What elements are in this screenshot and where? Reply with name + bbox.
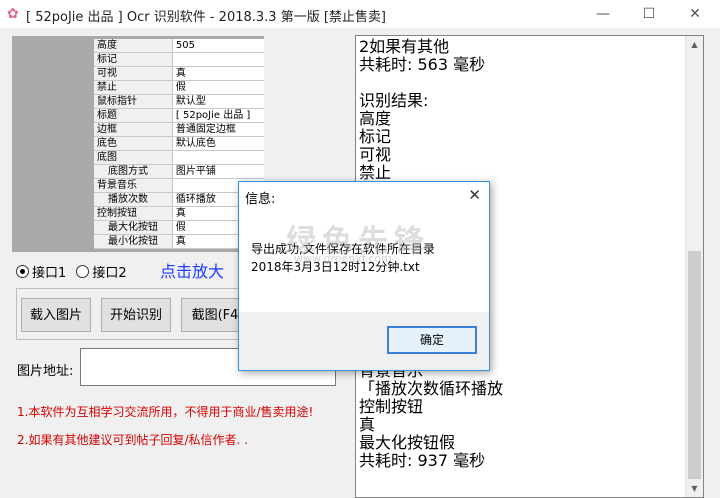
property-row[interactable]: 底图 <box>94 150 264 165</box>
output-line: 最大化按钮假 <box>359 433 456 452</box>
property-value <box>172 150 264 165</box>
property-key: 高度 <box>94 39 173 53</box>
zoom-link[interactable]: 点击放大 <box>160 258 224 282</box>
output-line: 共耗时: 937 毫秒 <box>359 451 486 470</box>
output-line: 标记 <box>359 127 392 146</box>
close-button[interactable]: ✕ <box>672 2 718 26</box>
property-key: 标题 <box>94 108 173 123</box>
property-value: 普通固定边框 <box>172 122 264 137</box>
property-value: 505 <box>172 39 264 53</box>
property-key: 可视 <box>94 66 173 81</box>
property-value <box>172 52 264 67</box>
dialog-close-icon[interactable]: ✕ <box>468 186 481 204</box>
window-title: [ 52poJie 出品 ] Ocr 识别软件 - 2018.3.3 第一版 [… <box>26 10 386 25</box>
property-key: 播放次数 <box>94 192 173 207</box>
property-key: 背景音乐 <box>94 178 173 193</box>
usage-note-1: 1.本软件为互相学习交流所用，不得用于商业/售卖用途! <box>17 405 314 419</box>
property-row[interactable]: 底色 默认底色 <box>94 136 264 151</box>
output-line: 高度 <box>359 109 392 128</box>
maximize-button[interactable]: ☐ <box>626 2 672 26</box>
output-scrollbar[interactable]: ▲ ▼ <box>685 36 703 497</box>
property-value: [ 52poJie 出品 ] <box>172 108 264 123</box>
property-key: 底图方式 <box>94 164 173 179</box>
property-row[interactable]: 标记 <box>94 52 264 67</box>
interface-1-radio[interactable]: 接口1 <box>16 265 67 281</box>
property-row[interactable]: 鼠标指针 默认型 <box>94 94 264 109</box>
property-value: 真 <box>172 66 264 81</box>
image-address-label: 图片地址: <box>17 364 74 379</box>
property-key: 底图 <box>94 150 173 165</box>
property-key: 边框 <box>94 122 173 137</box>
output-line: 识别结果: <box>359 91 429 110</box>
output-line: 「播放次数循环播放 <box>359 379 504 398</box>
start-recognition-button[interactable]: 开始识别 <box>101 298 171 332</box>
property-value: 默认底色 <box>172 136 264 151</box>
load-image-button[interactable]: 载入图片 <box>21 298 91 332</box>
property-value: 图片平铺 <box>172 164 264 179</box>
radio-selected-icon <box>16 265 29 278</box>
property-row[interactable]: 高度 505 <box>94 39 264 53</box>
property-row[interactable]: 边框 普通固定边框 <box>94 122 264 137</box>
property-key: 标记 <box>94 52 173 67</box>
minimize-button[interactable]: — <box>580 2 626 26</box>
output-line: 禁止 <box>359 163 392 182</box>
interface-1-label: 接口1 <box>32 266 67 281</box>
property-row[interactable]: 可视真 <box>94 66 264 81</box>
watermark-url: www.greenxf.com <box>294 252 392 265</box>
property-key: 最小化按钮 <box>94 234 173 249</box>
dialog-ok-button[interactable]: 确定 <box>387 326 477 354</box>
property-key: 控制按钮 <box>94 206 173 221</box>
property-row[interactable]: 禁止假 <box>94 80 264 95</box>
output-line: 真 <box>359 415 376 434</box>
image-preview-panel: 高度 505 标记 可视真禁止假鼠标指针 默认型 标题[ 52poJie 出品 ] 边框 普通… <box>12 36 264 252</box>
property-row[interactable]: 标题[ 52poJie 出品 ] <box>94 108 264 123</box>
interface-2-label: 接口2 <box>92 266 127 281</box>
property-value: 假 <box>172 80 264 95</box>
flower-app-icon: ✿ <box>7 6 19 22</box>
scroll-down-arrow-icon[interactable]: ▼ <box>686 480 703 497</box>
output-line: 可视 <box>359 145 392 164</box>
output-line: 控制按钮 <box>359 397 424 416</box>
property-key: 最大化按钮 <box>94 220 173 235</box>
usage-note-2: 2.如果有其他建议可到帖子回复/私信作者. . <box>17 433 248 447</box>
property-key: 底色 <box>94 136 173 151</box>
dialog-title-bar: 信息: ✕ <box>239 182 489 212</box>
scroll-up-arrow-icon[interactable]: ▲ <box>686 36 703 53</box>
property-row[interactable]: 底图方式 图片平铺 <box>94 164 264 179</box>
radio-unselected-icon <box>76 265 90 278</box>
property-key: 鼠标指针 <box>94 94 173 109</box>
info-dialog: 信息: ✕ 导出成功,文件保存在软件所在目录 2018年3月3日12时12分钟.… <box>238 181 490 371</box>
title-bar: ✿ [ 52poJie 出品 ] Ocr 识别软件 - 2018.3.3 第一版… <box>0 0 720 28</box>
interface-2-radio[interactable]: 接口2 <box>76 265 127 281</box>
property-key: 禁止 <box>94 80 173 95</box>
output-line: 2如果有其他 <box>359 37 450 56</box>
property-value: 默认型 <box>172 94 264 109</box>
dialog-title: 信息: <box>245 192 276 207</box>
scrollbar-thumb[interactable] <box>688 251 701 479</box>
output-line: 共耗时: 563 毫秒 <box>359 55 486 74</box>
interface-options: 接口1 接口2 <box>16 262 127 281</box>
